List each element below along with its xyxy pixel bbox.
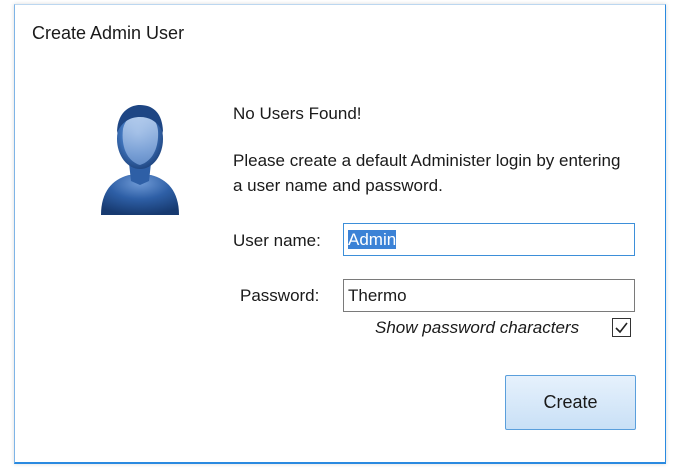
no-users-message: No Users Found! [233,104,362,123]
show-password-label[interactable]: Show password characters [375,318,579,338]
checkmark-icon [615,322,628,334]
instructions-text: Please create a default Administer login… [233,151,621,195]
create-admin-user-dialog: Create Admin User No Users Found! Please… [14,4,666,464]
create-button[interactable]: Create [505,375,636,430]
title-bar[interactable]: Create Admin User [15,5,665,53]
username-value: Admin [348,230,397,249]
show-password-checkbox[interactable] [612,318,631,337]
password-input[interactable]: Thermo [343,279,635,312]
user-silhouette-icon [99,99,181,217]
window-title: Create Admin User [32,23,185,43]
username-label: User name: [233,231,321,250]
password-label: Password: [240,286,320,305]
username-input[interactable]: Admin [343,223,635,256]
password-value: Thermo [348,286,407,305]
